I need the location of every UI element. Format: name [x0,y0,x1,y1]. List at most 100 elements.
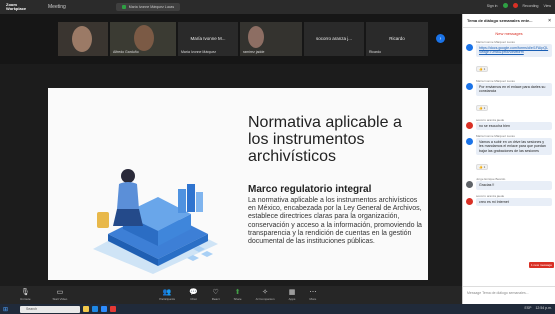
chat-message: María Ivonne Márquez Lucas https://docs.… [466,40,552,75]
ctrl-icon: ⋯ [309,289,317,296]
message-text: Vamos a subir en un drive las sesiones y… [476,138,552,156]
taskbar-search[interactable]: Search [20,305,81,313]
ctrl-icon: ▦ [288,289,296,296]
avatar [466,82,473,90]
ctrl-label: Start Video [52,297,68,301]
avatar [466,197,473,205]
message-text: Por enviarnos en el enlace para darles s… [476,82,552,96]
ctrl-icon: 🎙 [20,289,30,296]
ctrl-icon: 💬 [189,289,198,296]
meeting-menu[interactable]: Meeting [48,4,66,10]
ctrl-icon: 👥 [162,289,172,296]
ctrl-label: Share [233,297,242,301]
close-icon[interactable]: × [548,18,551,24]
participant-tile[interactable]: socorro aranza j... [304,22,364,56]
reaction-badge[interactable]: 👍 1 [476,65,489,72]
avatar [466,44,473,51]
avatar [466,138,473,146]
participant-tile[interactable]: Ricardo Ricardo [366,22,428,56]
participant-name: Ricardo [369,50,382,54]
participant-display-name: socorro aranza j... [315,36,352,41]
ai-companion-button[interactable]: ✧ AI Companion [256,289,275,301]
edge-icon[interactable] [92,306,99,312]
participant-strip: Alfredo Garduño María Ivonne M... María … [0,14,462,64]
chat-input[interactable]: Message Tema de diálogo semanales... [463,286,555,304]
unread-badge[interactable]: 1 new message [528,262,554,268]
app-icon[interactable] [110,306,117,312]
chat-message: María Ivonne Márquez Lucas Vamos a subir… [466,134,552,173]
more-button[interactable]: ⋯ More [309,289,316,301]
participants-button[interactable]: 👥 Participants [159,289,175,301]
ctrl-label: React [211,297,220,301]
share-icon [121,5,126,9]
chat-header: Tema de diálogo semanales ente... × [463,14,555,28]
slide-subtitle: Marco regulatorio integral [248,184,372,195]
zoom-window: Zoom Workplace Meeting María Ivonne Márq… [0,0,555,314]
ctrl-icon: ▭ [56,289,64,296]
participant-name: ramírez jadde [243,50,265,54]
participant-tile[interactable] [58,22,108,56]
reaction-badge[interactable]: 👍 1 [476,104,489,111]
participant-display-name: María Ivonne M... [190,36,226,41]
file-explorer-icon[interactable] [83,306,90,312]
share-button[interactable]: ⬆ Share [234,289,242,301]
app-brand: Zoom Workplace [6,2,27,11]
chat-message: Jorge Enrique Besnilo Gracias !! [466,177,552,190]
zoom-icon[interactable] [101,306,108,312]
record-icon [512,3,518,8]
react-button[interactable]: ♡ React [212,289,220,301]
participant-tile[interactable]: María Ivonne M... María Ivonne Márquez [178,22,238,56]
message-text: creo es mi Internet [476,197,552,207]
ctrl-label: Apps [288,297,296,301]
view-button[interactable]: View [543,4,551,8]
video-feed [72,26,92,52]
language-indicator[interactable]: ESP [524,306,531,310]
avatar [466,121,473,129]
participant-tile[interactable]: ramírez jadde [240,22,302,56]
message-text: no se escucha bien [476,121,552,131]
chat-title: Tema de diálogo semanales ente... [467,18,533,23]
participant-name: Alfredo Garduño [113,50,139,54]
ctrl-label: Chat [190,297,197,301]
chat-panel: Tema de diálogo semanales ente... × New … [462,14,555,304]
clock[interactable]: 12:54 p.m. [535,306,552,310]
participant-tile[interactable]: Alfredo Garduño [110,22,176,56]
presentation-slide: Normativa aplicable a los instrumentos a… [48,88,428,280]
meeting-controls: 🎙 Unmute ▭ Start Video 👥 Participants 💬 … [0,286,462,304]
title-bar: Zoom Workplace Meeting María Ivonne Márq… [0,0,555,14]
video-feed [248,26,264,48]
shared-screen: Normativa aplicable a los instrumentos a… [0,64,462,286]
ctrl-label: AI Companion [255,297,275,301]
video-feed [134,25,154,51]
ctrl-icon: ✧ [262,289,269,296]
chat-message: María Ivonne Márquez Lucas Por enviarnos… [466,79,552,114]
top-right-controls: Sign in Recording View [487,3,551,8]
ctrl-label: Unmute [20,297,31,301]
chat-message: socorro aranza jaede no se escucha bien [466,118,552,131]
ctrl-label: Participants [159,297,175,301]
windows-start-icon[interactable]: ⊞ [3,306,8,313]
windows-taskbar: ⊞ Search ESP 12:54 p.m. [0,304,555,314]
recording-label[interactable]: Recording [523,4,539,8]
ctrl-label: More [309,297,317,301]
participant-display-name: Ricardo [389,36,405,41]
system-tray: ESP 12:54 p.m. [524,306,552,310]
chat-button[interactable]: 💬 Chat [189,289,198,301]
message-link[interactable]: https://docs.google.com/forms/d/e/1FAIpQ… [476,44,552,57]
apps-button[interactable]: ▦ Apps [289,289,296,301]
mic-button[interactable]: 🎙 Unmute [20,289,31,301]
share-tab-label: María Ivonne Márquez Lucas [128,5,175,9]
archive-illustration-icon [93,169,218,274]
new-messages-divider: New messages [495,31,523,36]
reaction-badge[interactable]: 👍 1 [476,164,489,171]
chat-message: socorro aranza jaede creo es mi Internet [466,194,552,207]
slide-body: La normativa aplicable a los instrumento… [248,197,422,246]
sign-in-link[interactable]: Sign in [487,4,498,8]
security-icon[interactable] [502,3,508,8]
share-indicator-tab[interactable]: María Ivonne Márquez Lucas [115,3,181,11]
ctrl-icon: ♡ [212,289,219,296]
avatar [466,181,473,189]
ctrl-icon: ⬆ [234,289,241,296]
next-page-icon[interactable]: › [436,34,445,43]
video-button[interactable]: ▭ Start Video [53,289,68,301]
